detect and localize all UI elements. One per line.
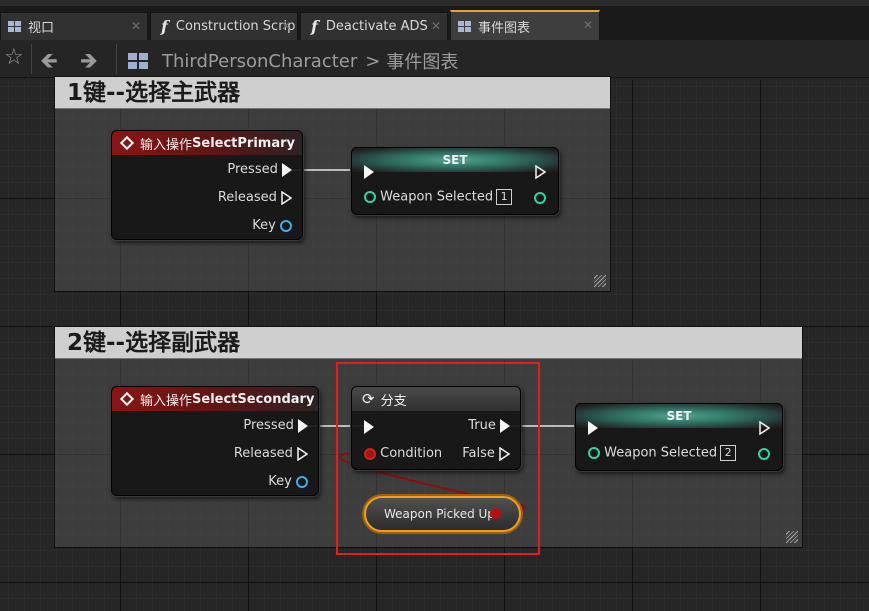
function-icon: f — [311, 17, 318, 36]
close-icon[interactable]: ✕ — [131, 19, 141, 33]
node-title: SET — [352, 148, 558, 172]
close-icon[interactable]: ✕ — [281, 19, 291, 33]
exec-out-pin[interactable] — [535, 164, 546, 179]
pin-label: Pressed — [243, 418, 294, 433]
exec-pin-hollow-icon[interactable] — [759, 420, 770, 435]
event-diamond-icon — [119, 135, 135, 151]
struct-pin-icon[interactable] — [280, 219, 292, 232]
int-pin-icon[interactable] — [758, 447, 770, 460]
key-pin[interactable]: Key — [252, 218, 292, 233]
tab-construction-script[interactable]: f Construction Scrip ✕ — [150, 12, 298, 40]
node-title-prefix: 输入操作 — [140, 393, 193, 409]
tab-viewport[interactable]: 视口 ✕ — [0, 12, 148, 40]
toolbar-divider — [31, 44, 32, 74]
node-title-prefix: 输入操作 — [140, 137, 193, 153]
pin-label: Pressed — [227, 162, 278, 177]
exec-pin-hollow-icon[interactable] — [535, 164, 546, 179]
exec-in-pin[interactable] — [588, 420, 598, 435]
pin-label: Key — [268, 474, 292, 489]
pressed-pin[interactable]: Pressed — [243, 418, 308, 433]
exec-pin-icon[interactable] — [282, 162, 292, 177]
exec-pin-hollow-icon[interactable] — [281, 190, 292, 205]
tab-event-graph[interactable]: 事件图表 ✕ — [450, 10, 600, 40]
pressed-pin[interactable]: Pressed — [227, 162, 292, 177]
blueprint-graph-icon — [128, 53, 148, 69]
set-node[interactable]: SET Weapon Selected 1 — [351, 147, 559, 215]
breadcrumb-separator: > — [365, 50, 381, 72]
int-pin-icon[interactable] — [588, 447, 600, 459]
exec-out-pin[interactable] — [759, 420, 770, 435]
pin-label: Weapon Selected — [380, 189, 494, 205]
released-pin[interactable]: Released — [218, 190, 292, 205]
set-node[interactable]: SET Weapon Selected 2 — [575, 403, 783, 471]
resize-handle-icon[interactable] — [786, 531, 798, 543]
pin-label: Released — [217, 190, 277, 205]
toolbar-divider — [116, 44, 117, 74]
viewport-icon — [8, 21, 21, 32]
pin-label: Weapon Selected — [604, 445, 718, 461]
event-graph-icon — [458, 20, 471, 32]
released-pin[interactable]: Released — [234, 446, 308, 461]
tab-label: 事件图表 — [478, 20, 531, 36]
output-pin[interactable] — [758, 446, 770, 461]
node-title-name: SelectSecondary — [192, 391, 315, 407]
input-action-node-select-secondary[interactable]: 输入操作 SelectSecondary Pressed Released Key — [111, 386, 319, 496]
weapon-selected-pin[interactable]: Weapon Selected 2 — [588, 445, 737, 461]
weapon-selected-pin[interactable]: Weapon Selected 1 — [364, 189, 513, 205]
input-action-node-select-primary[interactable]: 输入操作 SelectPrimary Pressed Released Key — [111, 130, 303, 240]
node-header: 输入操作 SelectPrimary — [112, 131, 302, 155]
event-diamond-icon — [119, 391, 135, 407]
key-pin[interactable]: Key — [268, 474, 308, 489]
highlight-box — [336, 362, 540, 555]
tab-label: 视口 — [28, 21, 55, 36]
comment-title[interactable]: 1键--选择主武器 — [55, 77, 610, 109]
comment-title[interactable]: 2键--选择副武器 — [55, 327, 802, 359]
value-box[interactable]: 1 — [496, 189, 513, 205]
exec-pin-hollow-icon[interactable] — [297, 446, 308, 461]
node-title: SET — [576, 404, 782, 428]
resize-handle-icon[interactable] — [594, 275, 606, 287]
tab-bar: 视口 ✕ f Construction Scrip ✕ f Deactivate… — [0, 6, 869, 40]
close-icon[interactable]: ✕ — [583, 18, 593, 32]
breadcrumb-current: 事件图表 — [386, 52, 459, 73]
exec-pin-icon[interactable] — [364, 164, 374, 179]
tab-deactivate-ads[interactable]: f Deactivate ADS ✕ — [300, 12, 448, 40]
tab-label: Construction Scrip — [175, 19, 296, 34]
int-pin-icon[interactable] — [364, 191, 376, 203]
exec-pin-icon[interactable] — [298, 418, 308, 433]
node-header: 输入操作 SelectSecondary — [112, 387, 318, 411]
value-box[interactable]: 2 — [720, 445, 737, 461]
graph-toolbar: ☆ 🡸 🡺 ThirdPersonCharacter > 事件图表 — [0, 40, 869, 78]
close-icon[interactable]: ✕ — [431, 19, 441, 33]
breadcrumb-root[interactable]: ThirdPersonCharacter — [162, 51, 357, 72]
output-pin[interactable] — [534, 190, 546, 205]
exec-in-pin[interactable] — [364, 164, 374, 179]
int-pin-icon[interactable] — [534, 191, 546, 204]
favorite-star-icon[interactable]: ☆ — [4, 45, 24, 70]
pin-label: Released — [233, 446, 293, 461]
pin-label: Key — [252, 218, 276, 233]
node-title-name: SelectPrimary — [192, 135, 295, 151]
breadcrumb: ThirdPersonCharacter > 事件图表 — [128, 48, 458, 74]
tab-label: Deactivate ADS — [325, 19, 428, 34]
exec-pin-icon[interactable] — [588, 420, 598, 435]
struct-pin-icon[interactable] — [296, 475, 308, 488]
function-icon: f — [161, 17, 168, 36]
